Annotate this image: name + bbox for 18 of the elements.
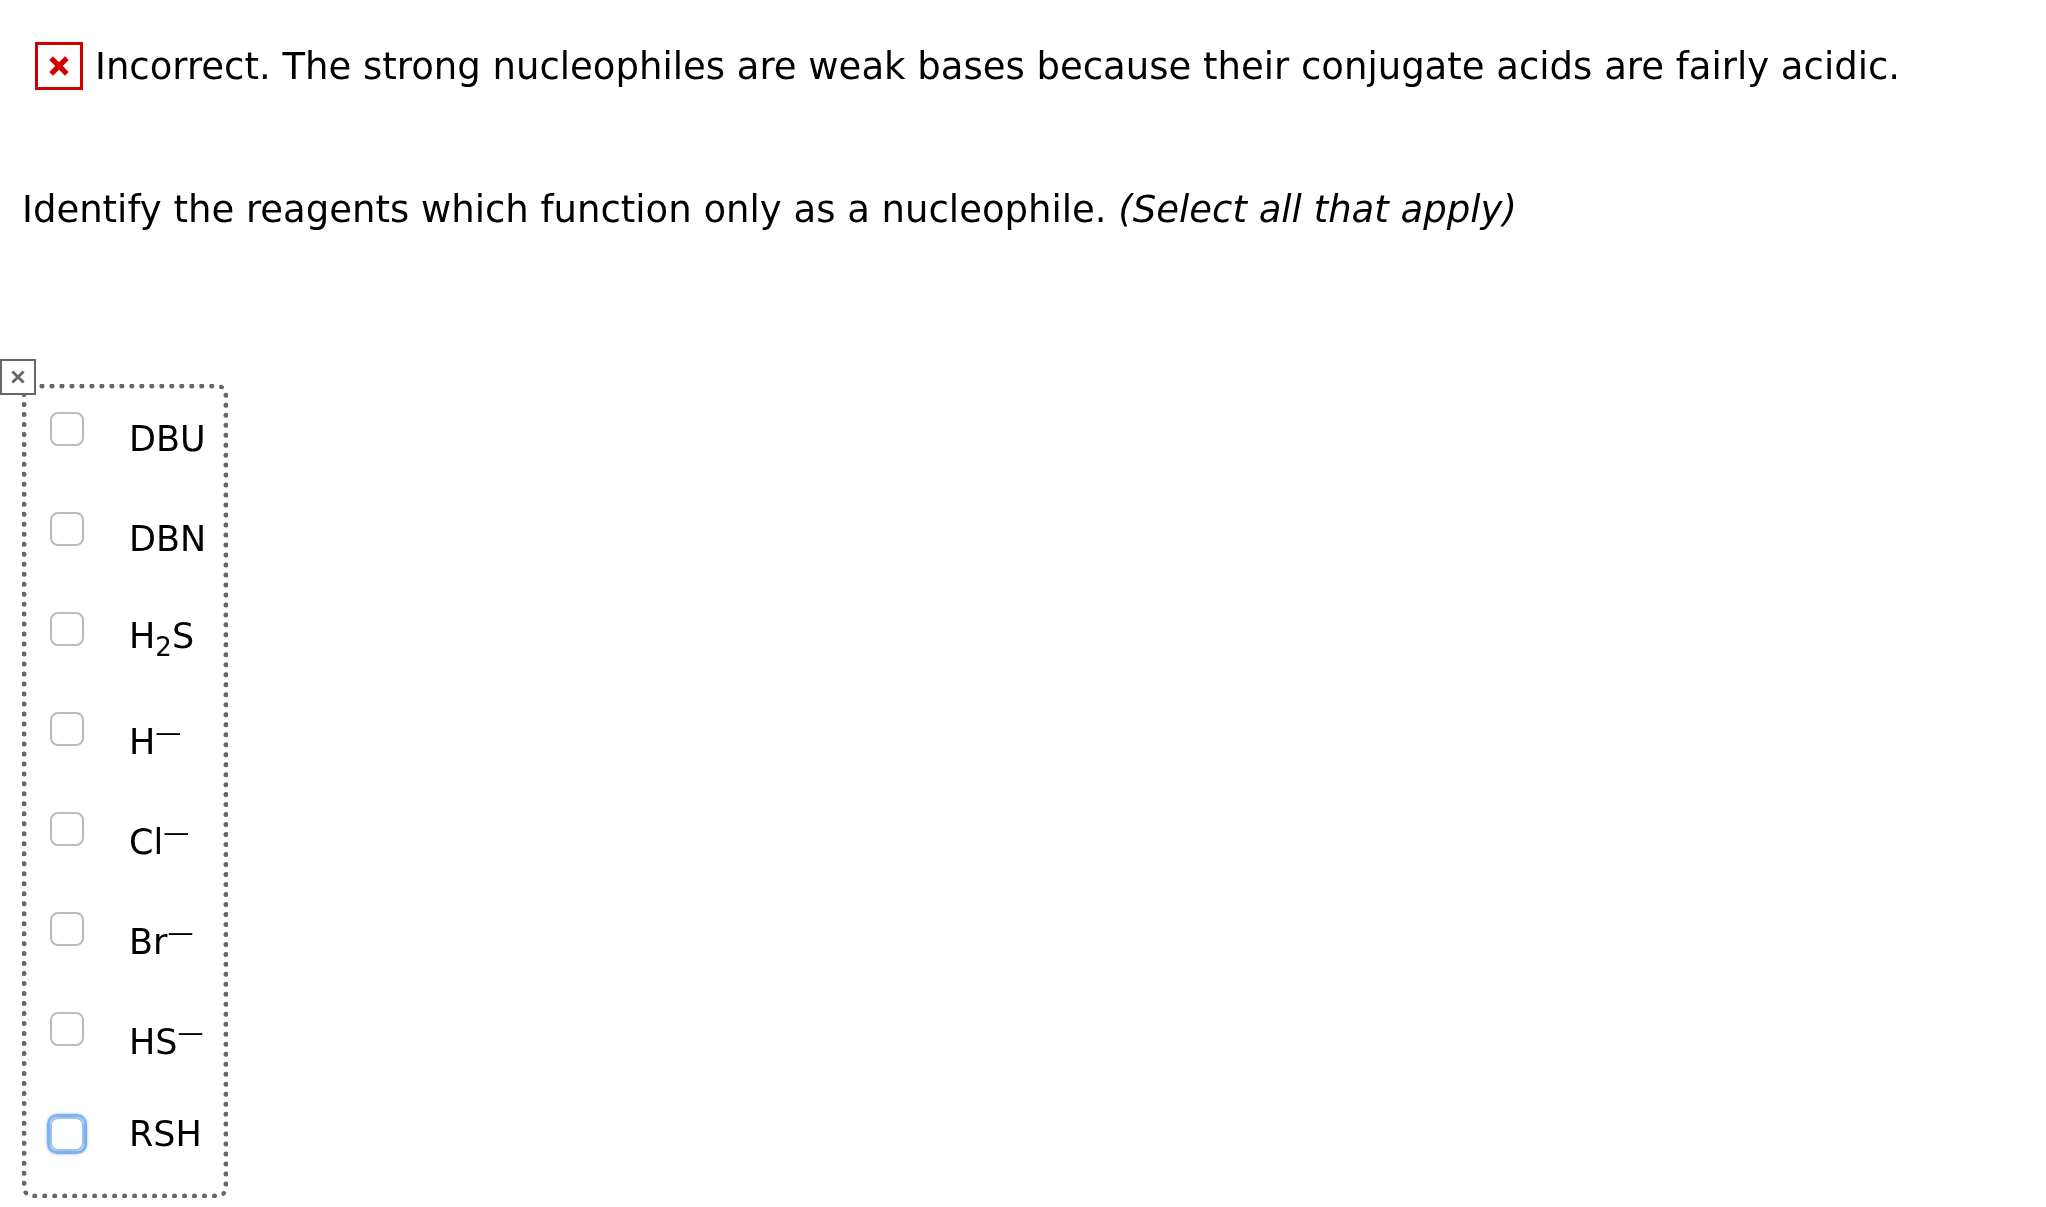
feedback-text: Incorrect. The strong nucleophiles are weak bases because their conjugate acids are fairly acidic. xyxy=(95,44,1901,88)
option-label: H$_{2}$S xyxy=(129,616,195,662)
checkbox[interactable] xyxy=(50,512,84,546)
checkbox[interactable] xyxy=(50,412,84,446)
checkbox[interactable] xyxy=(50,812,84,846)
checkbox[interactable] xyxy=(50,712,84,746)
option-label: Cl$^{—}$ xyxy=(129,816,190,862)
question-text: Identify the reagents which function only as a nucleophile. (Select all that apply) xyxy=(22,188,1518,231)
checkbox[interactable] xyxy=(50,912,84,946)
checkbox[interactable] xyxy=(50,1012,84,1046)
option-label: RSH xyxy=(129,1114,202,1154)
option-label: Br$^{—}$ xyxy=(129,916,194,962)
option-label: DBN xyxy=(129,519,207,559)
option-label: HS$^{—}$ xyxy=(129,1016,204,1062)
checkbox[interactable] xyxy=(50,612,84,646)
option-label: H$^{—}$ xyxy=(129,716,182,762)
option-label: DBU xyxy=(129,419,206,459)
close-icon[interactable] xyxy=(0,359,36,395)
